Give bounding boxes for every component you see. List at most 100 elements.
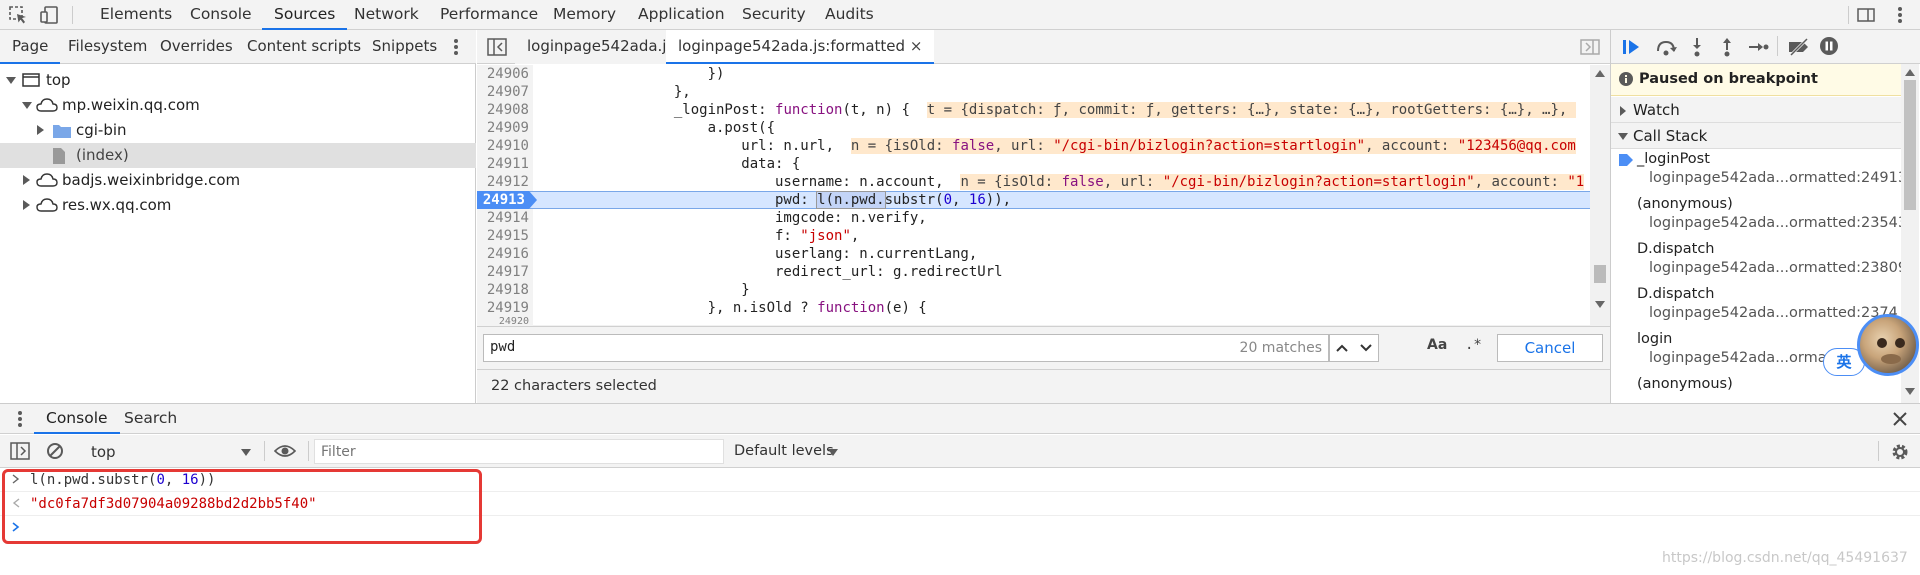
tab-overrides[interactable]: Overrides (148, 30, 245, 64)
regex-button[interactable]: .* (1465, 337, 1482, 353)
console-filter-input[interactable] (314, 439, 724, 464)
code-area[interactable]: 24906 24907 24908 24909 24910 24911 2491… (477, 65, 1610, 335)
drawer-tab-search[interactable]: Search (112, 404, 189, 434)
line-number[interactable]: 24919 (477, 299, 533, 317)
line-number[interactable]: 24907 (477, 83, 533, 101)
devtools-main-toolbar: Elements Console Sources Network Perform… (0, 0, 1920, 30)
more-options-icon[interactable] (1890, 5, 1910, 25)
code-token: f: (539, 228, 801, 244)
selection-status: 22 characters selected (491, 378, 657, 394)
tab-sources[interactable]: Sources (262, 0, 348, 30)
tree-item-domain[interactable]: badjs.weixinbridge.com (0, 168, 476, 193)
step-into-icon[interactable] (1689, 37, 1705, 57)
match-case-button[interactable]: Aa (1427, 337, 1447, 353)
code-token: n = {isOld: (960, 174, 1062, 190)
line-number[interactable]: 24911 (477, 155, 533, 173)
context-select[interactable]: top (80, 439, 254, 464)
call-frame[interactable]: D.dispatch loginpage542ada...ormatted:23… (1611, 286, 1901, 331)
line-number-current[interactable]: 24913 (477, 191, 529, 209)
line-number[interactable]: 24906 (477, 65, 533, 83)
tree-label: res.wx.qq.com (62, 196, 172, 214)
code-line: data: { (539, 156, 801, 172)
close-drawer-icon[interactable] (1892, 411, 1908, 427)
next-match-icon[interactable] (1360, 344, 1372, 352)
navigator-panel: Page Filesystem Overrides Content script… (0, 30, 476, 403)
call-frame-current[interactable]: _loginPost loginpage542ada...ormatted:24… (1611, 150, 1907, 195)
inspect-element-icon[interactable] (8, 5, 28, 25)
tab-audits[interactable]: Audits (813, 0, 886, 30)
close-tab-icon[interactable]: × (910, 37, 923, 55)
dropdown-arrow-icon (241, 449, 251, 457)
previous-match-icon[interactable] (1336, 344, 1348, 352)
tab-snippets[interactable]: Snippets (360, 30, 449, 64)
scrollbar-thumb[interactable] (1594, 265, 1606, 283)
call-stack-section-header[interactable]: Call Stack (1611, 123, 1901, 149)
call-frame[interactable]: (anonymous) (1611, 376, 1901, 400)
line-number[interactable]: 24909 (477, 119, 533, 137)
call-frame[interactable]: (anonymous) loginpage542ada...ormatted:2… (1611, 196, 1907, 241)
tab-page[interactable]: Page (0, 30, 61, 64)
drawer-menu-icon[interactable] (10, 409, 30, 429)
code-number: 0 (943, 192, 953, 208)
code-keyword: function (817, 300, 885, 316)
resume-icon[interactable] (1621, 37, 1641, 57)
search-input[interactable]: pwd 20 matches (483, 334, 1329, 362)
tree-item-folder[interactable]: cgi-bin (0, 118, 476, 143)
pause-on-exceptions-icon[interactable] (1819, 36, 1839, 56)
watch-section-header[interactable]: Watch (1611, 97, 1901, 123)
scrollbar-thumb[interactable] (1904, 80, 1916, 210)
tree-item-file-selected[interactable]: (index) (0, 143, 476, 168)
tab-application[interactable]: Application (626, 0, 737, 30)
step-over-icon[interactable] (1655, 37, 1677, 57)
navigator-menu-icon[interactable] (446, 37, 466, 57)
deactivate-breakpoints-icon[interactable] (1787, 37, 1811, 57)
tab-performance[interactable]: Performance (428, 0, 550, 30)
step-out-icon[interactable] (1719, 37, 1735, 57)
tree-item-domain[interactable]: mp.weixin.qq.com (0, 93, 476, 118)
avatar[interactable] (1857, 314, 1919, 376)
tab-memory[interactable]: Memory (541, 0, 628, 30)
cancel-search-button[interactable]: Cancel (1497, 334, 1603, 362)
editor-tab-formatted[interactable]: loginpage542ada.js:formatted × (666, 30, 935, 64)
tab-network[interactable]: Network (342, 0, 431, 30)
line-number[interactable]: 24914 (477, 209, 533, 227)
toggle-debugger-icon[interactable] (1580, 39, 1600, 55)
editor-tab-file[interactable]: loginpage542ada.js (515, 30, 687, 64)
line-number[interactable]: 24915 (477, 227, 533, 245)
line-number[interactable]: 24916 (477, 245, 533, 263)
scroll-down-icon[interactable] (1905, 388, 1915, 396)
scroll-up-icon[interactable] (1905, 68, 1915, 76)
line-number[interactable]: 24910 (477, 137, 533, 155)
tab-filesystem[interactable]: Filesystem (56, 30, 159, 64)
search-input-value: pwd (490, 339, 516, 355)
tab-content-scripts[interactable]: Content scripts (235, 30, 373, 64)
vertical-scrollbar[interactable] (1590, 65, 1610, 325)
show-sidebar-icon[interactable] (10, 442, 30, 460)
console-settings-gear-icon[interactable] (1890, 442, 1910, 462)
live-expression-eye-icon[interactable] (274, 443, 296, 459)
line-number[interactable]: 24918 (477, 281, 533, 299)
scroll-up-icon[interactable] (1595, 69, 1605, 77)
tab-security[interactable]: Security (730, 0, 818, 30)
call-frame[interactable]: D.dispatch loginpage542ada...ormatted:23… (1611, 241, 1907, 286)
log-levels-select[interactable]: Default levels (732, 439, 852, 464)
code-line-current: pwd: l(n.pwd.substr(0, 16)), (539, 191, 1011, 209)
tree-item-top[interactable]: top (0, 68, 476, 93)
toggle-navigator-icon[interactable] (487, 38, 507, 56)
tree-item-domain[interactable]: res.wx.qq.com (0, 193, 476, 218)
line-number[interactable]: 24908 (477, 101, 533, 119)
line-number[interactable]: 24917 (477, 263, 533, 281)
line-number[interactable]: 24912 (477, 173, 533, 191)
scroll-down-icon[interactable] (1595, 301, 1605, 309)
tab-elements[interactable]: Elements (88, 0, 184, 30)
tab-console[interactable]: Console (178, 0, 264, 30)
dock-side-icon[interactable] (1856, 5, 1876, 25)
device-toolbar-icon[interactable] (40, 5, 60, 25)
editor-status-bar: 22 characters selected (477, 369, 1610, 403)
search-bar: pwd 20 matches Aa .* Cancel (477, 326, 1610, 369)
drawer-tab-console[interactable]: Console (34, 404, 120, 434)
step-icon[interactable] (1747, 37, 1769, 57)
code-token: }, n.isOld ? (539, 300, 818, 316)
code-token: )), (985, 192, 1012, 208)
clear-console-icon[interactable] (46, 442, 64, 460)
